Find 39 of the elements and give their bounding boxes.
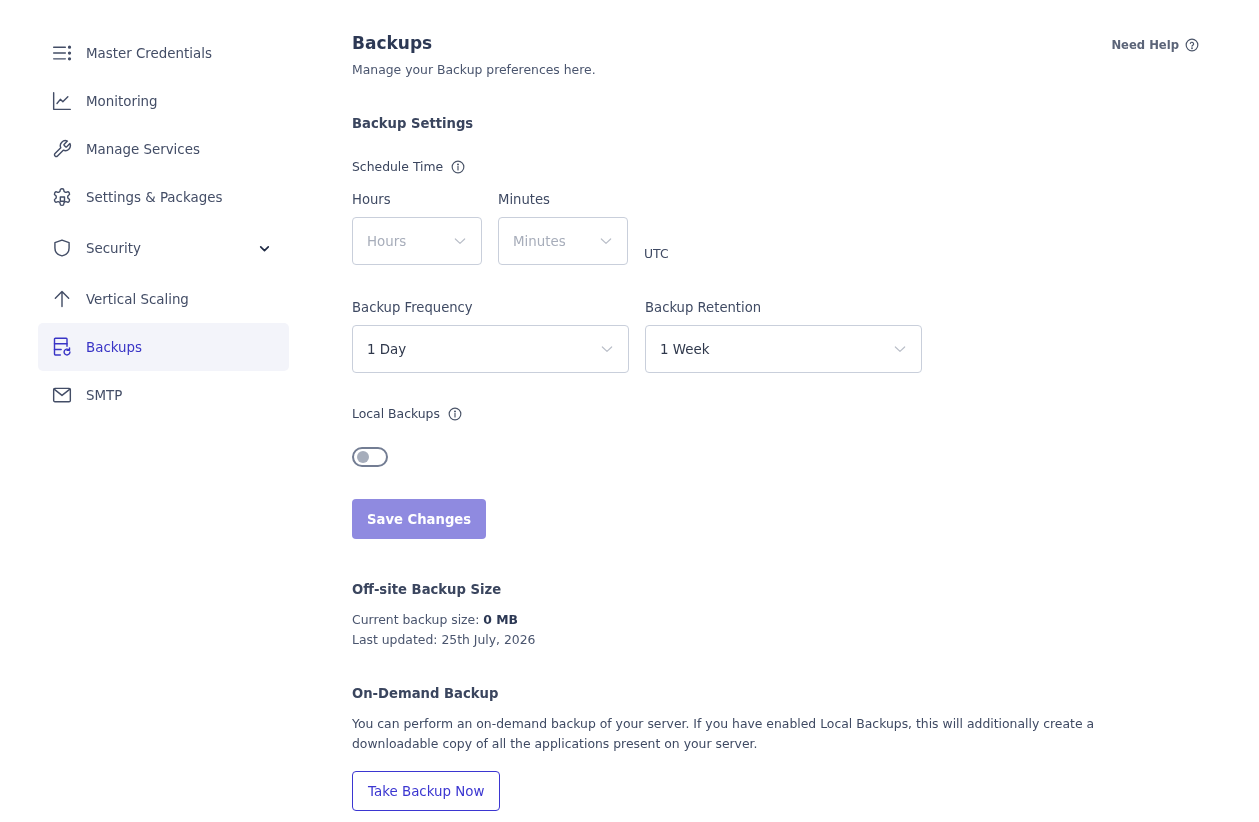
page-title: Backups (352, 32, 433, 55)
arrow-up-icon (52, 289, 72, 309)
sidebar-item[interactable]: Settings & Packages (38, 173, 289, 221)
page-subtitle: Manage your Backup preferences here. (352, 61, 596, 79)
timezone-label: UTC (644, 245, 669, 263)
info-icon (447, 407, 462, 421)
field-label: Hours (352, 191, 391, 209)
sidebar-item[interactable]: Security (38, 221, 289, 275)
server-refresh-icon (52, 337, 72, 357)
help-link[interactable]: Need Help (1111, 31, 1199, 57)
dropdown-field[interactable]: 1 Day (352, 325, 629, 373)
line-chart-icon (52, 91, 72, 111)
sidebar-item[interactable]: Backups (38, 323, 289, 371)
sidebar-item[interactable]: Master Credentials (38, 29, 289, 77)
backup-size-text: Current backup size: 0 MB (352, 611, 519, 629)
sidebar-item[interactable]: Vertical Scaling (38, 275, 289, 323)
toggle-switch[interactable] (352, 447, 388, 467)
section-heading: On-Demand Backup (352, 685, 499, 703)
field-label: Minutes (498, 191, 550, 209)
sidebar-item[interactable]: Monitoring (38, 77, 289, 125)
shield-icon (52, 238, 72, 258)
info-icon (451, 160, 466, 174)
help-icon (1185, 38, 1199, 52)
take-backup-button[interactable]: Take Backup Now (352, 771, 501, 811)
field-label: Backup Retention (645, 299, 762, 317)
description-text: You can perform an on-demand backup of your server. If you have enabled Local Backups, this will additionally create a downloadable copy of all the applications present on your server. (352, 715, 1096, 753)
dropdown-field[interactable]: 1 Week (645, 325, 922, 373)
last-updated-text: Last updated: 25th July, 2026 (352, 631, 536, 649)
envelope-icon (52, 385, 72, 405)
gear-icon (52, 187, 72, 207)
section-heading: Backup Settings (352, 115, 474, 133)
sidebar-item[interactable]: SMTP (38, 371, 289, 419)
list-icon (52, 43, 72, 63)
sidebar-item[interactable]: Manage Services (38, 125, 289, 173)
wrench-icon (52, 139, 72, 159)
field-label: Backup Frequency (352, 299, 473, 317)
section-heading: Off-site Backup Size (352, 581, 502, 599)
field-label: Local Backups (352, 405, 440, 423)
field-label: Schedule Time (352, 158, 444, 176)
